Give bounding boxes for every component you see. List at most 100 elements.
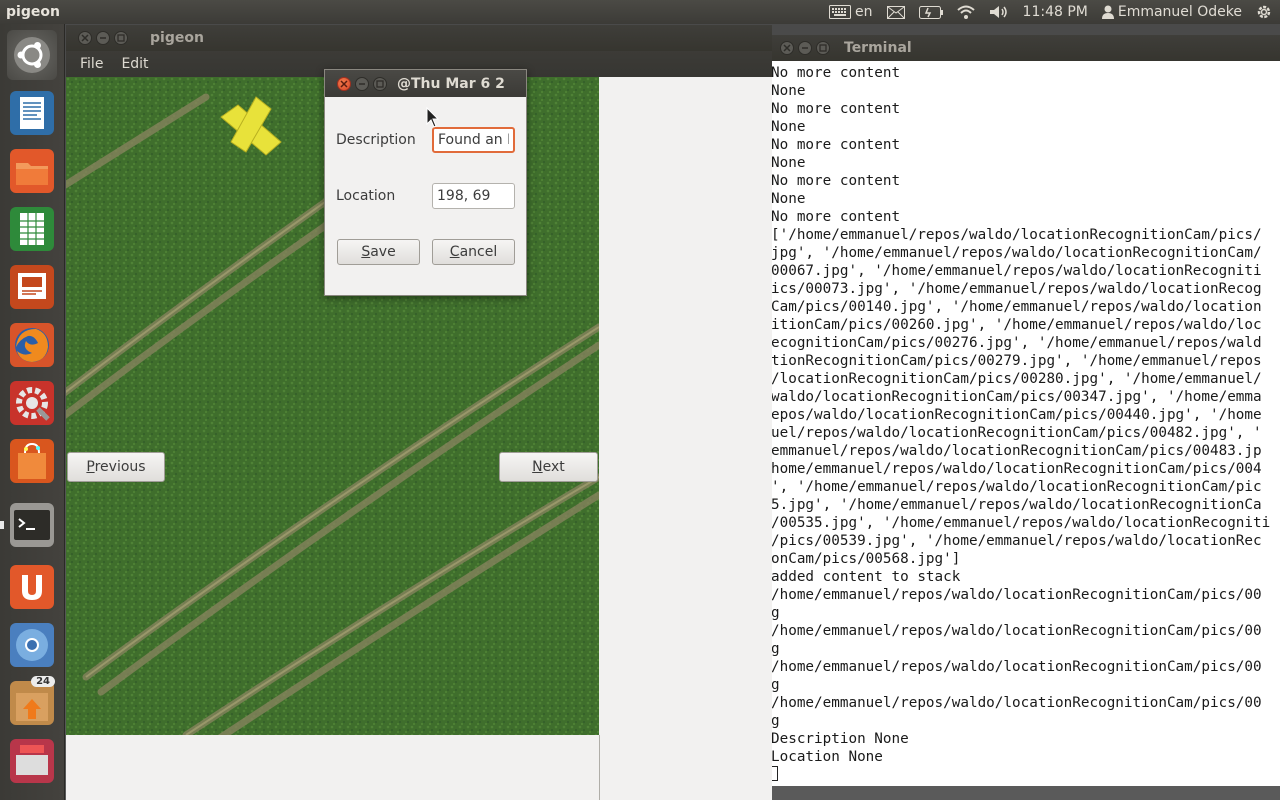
battery-indicator[interactable] bbox=[918, 5, 943, 19]
terminal-line: ics/00073.jpg', '/home/emmanuel/repos/wa… bbox=[772, 281, 1262, 297]
terminal-output[interactable]: No more content None No more content None No… bbox=[772, 61, 1280, 786]
save-button[interactable]: Save bbox=[337, 239, 420, 265]
cancel-label: ancel bbox=[459, 244, 498, 260]
cancel-mnemonic: C bbox=[449, 244, 460, 260]
maximize-icon bbox=[819, 44, 827, 52]
terminal-line: /home/emmanuel/repos/waldo/locationRecog… bbox=[772, 587, 1262, 603]
launcher-item-chromium[interactable] bbox=[7, 620, 57, 670]
terminal-line: /00535.jpg', '/home/emmanuel/repos/waldo… bbox=[772, 515, 1271, 531]
battery-icon bbox=[918, 5, 943, 19]
folder-icon bbox=[10, 149, 54, 193]
launcher-item-ubuntu-one[interactable] bbox=[7, 562, 57, 612]
launcher-item-workspace-switcher[interactable] bbox=[7, 736, 57, 786]
terminal-text: No more content None No more content None No… bbox=[772, 64, 1280, 784]
system-settings-icon bbox=[10, 381, 54, 425]
cancel-button[interactable]: Cancel bbox=[432, 239, 515, 265]
firefox-icon bbox=[10, 323, 54, 367]
terminal-line: emmanuel/repos/waldo/locationRecognition… bbox=[772, 443, 1262, 459]
keyboard-indicator[interactable]: en bbox=[829, 4, 873, 20]
terminal-line: uel/repos/waldo/locationRecognitionCam/p… bbox=[772, 425, 1262, 441]
dialog-close-button[interactable] bbox=[337, 76, 351, 91]
chromium-icon bbox=[10, 623, 54, 667]
volume-icon bbox=[989, 6, 1007, 18]
active-app-name: pigeon bbox=[6, 4, 60, 20]
terminal-maximize-button[interactable] bbox=[816, 41, 830, 55]
sound-indicator[interactable] bbox=[989, 5, 1009, 19]
terminal-line: Location None bbox=[772, 749, 883, 765]
launcher-item-files[interactable] bbox=[7, 146, 57, 196]
close-icon bbox=[81, 34, 89, 42]
user-menu[interactable]: Emmanuel Odeke bbox=[1101, 4, 1242, 20]
mail-icon bbox=[886, 5, 905, 19]
keyboard-icon bbox=[829, 5, 852, 19]
terminal-line: None bbox=[772, 191, 806, 207]
menu-edit[interactable]: Edit bbox=[121, 56, 148, 72]
terminal-line: ['/home/emmanuel/repos/waldo/locationRec… bbox=[772, 227, 1262, 243]
terminal-line: g bbox=[772, 713, 780, 729]
session-menu[interactable] bbox=[1256, 4, 1272, 20]
previous-button[interactable]: Previous bbox=[67, 452, 165, 482]
terminal-line: None bbox=[772, 83, 806, 99]
top-panel: pigeon en 11:48 PM Emmanuel Odeke bbox=[0, 0, 1280, 24]
maximize-window-button[interactable] bbox=[114, 31, 128, 45]
maximize-icon bbox=[117, 34, 125, 42]
next-mnemonic: N bbox=[532, 459, 543, 475]
terminal-line: No more content bbox=[772, 209, 901, 225]
launcher-item-terminal[interactable] bbox=[7, 500, 57, 550]
terminal-line: g bbox=[772, 605, 780, 621]
menu-file[interactable]: File bbox=[80, 56, 103, 72]
language-label: en bbox=[855, 4, 873, 20]
messaging-indicator[interactable] bbox=[886, 5, 905, 19]
previous-label: revious bbox=[94, 459, 146, 475]
ubuntu-logo-icon bbox=[14, 37, 50, 73]
terminal-line: None bbox=[772, 119, 806, 135]
terminal-line: No more content bbox=[772, 65, 901, 81]
terminal-minimize-button[interactable] bbox=[798, 41, 812, 55]
previous-mnemonic: P bbox=[86, 459, 95, 475]
terminal-line: g bbox=[772, 641, 780, 657]
launcher-item-firefox[interactable] bbox=[7, 320, 57, 370]
terminal-line: ecognitionCam/pics/00276.jpg', '/home/em… bbox=[772, 335, 1262, 351]
clock[interactable]: 11:48 PM bbox=[1023, 4, 1088, 20]
libreoffice-calc-icon bbox=[10, 207, 54, 251]
dialog-titlebar[interactable]: @Thu Mar 6 2 bbox=[325, 70, 526, 97]
terminal-line: /pics/00539.jpg', '/home/emmanuel/repos/… bbox=[772, 533, 1262, 549]
location-input[interactable] bbox=[432, 183, 515, 209]
terminal-window-title: Terminal bbox=[844, 40, 912, 56]
terminal-line: jpg', '/home/emmanuel/repos/waldo/locati… bbox=[772, 245, 1262, 261]
dialog-maximize-button[interactable] bbox=[373, 76, 387, 91]
user-name: Emmanuel Odeke bbox=[1117, 4, 1242, 20]
launcher-item-impress[interactable] bbox=[7, 262, 57, 312]
terminal-line: onCam/pics/00568.jpg'] bbox=[772, 551, 961, 567]
launcher-item-dash[interactable] bbox=[7, 30, 57, 80]
launcher-item-calc[interactable] bbox=[7, 204, 57, 254]
description-input[interactable] bbox=[432, 127, 515, 153]
update-count-badge: 24 bbox=[31, 676, 55, 687]
save-label: ave bbox=[370, 244, 396, 260]
terminal-titlebar[interactable]: Terminal bbox=[772, 35, 1280, 61]
terminal-line: tionRecognitionCam/pics/00279.jpg', '/ho… bbox=[772, 353, 1262, 369]
terminal-close-button[interactable] bbox=[780, 41, 794, 55]
terminal-line: itionCam/pics/00260.jpg', '/home/emmanue… bbox=[772, 317, 1262, 333]
libreoffice-writer-icon bbox=[10, 91, 54, 135]
launcher-item-software-updater[interactable]: 24 bbox=[7, 676, 57, 728]
launcher-item-software-center[interactable] bbox=[7, 436, 57, 486]
minimize-window-button[interactable] bbox=[96, 31, 110, 45]
terminal-line: /locationRecognitionCam/pics/00280.jpg',… bbox=[772, 371, 1262, 387]
minimize-icon bbox=[100, 37, 106, 39]
pigeon-titlebar[interactable]: pigeon bbox=[66, 25, 772, 51]
dialog-title: @Thu Mar 6 2 bbox=[397, 75, 505, 92]
close-window-button[interactable] bbox=[78, 31, 92, 45]
terminal-line: 00067.jpg', '/home/emmanuel/repos/waldo/… bbox=[772, 263, 1262, 279]
network-indicator[interactable] bbox=[956, 5, 975, 19]
gear-icon bbox=[1257, 5, 1271, 19]
terminal-line: added content to stack bbox=[772, 569, 961, 585]
terminal-line: g bbox=[772, 677, 780, 693]
terminal-line: No more content bbox=[772, 137, 901, 153]
workspace-icon bbox=[10, 739, 54, 783]
next-button[interactable]: Next bbox=[499, 452, 598, 482]
terminal-line: None bbox=[772, 155, 806, 171]
dialog-minimize-button[interactable] bbox=[355, 76, 369, 91]
launcher-item-writer[interactable] bbox=[7, 88, 57, 138]
launcher-item-settings[interactable] bbox=[7, 378, 57, 428]
